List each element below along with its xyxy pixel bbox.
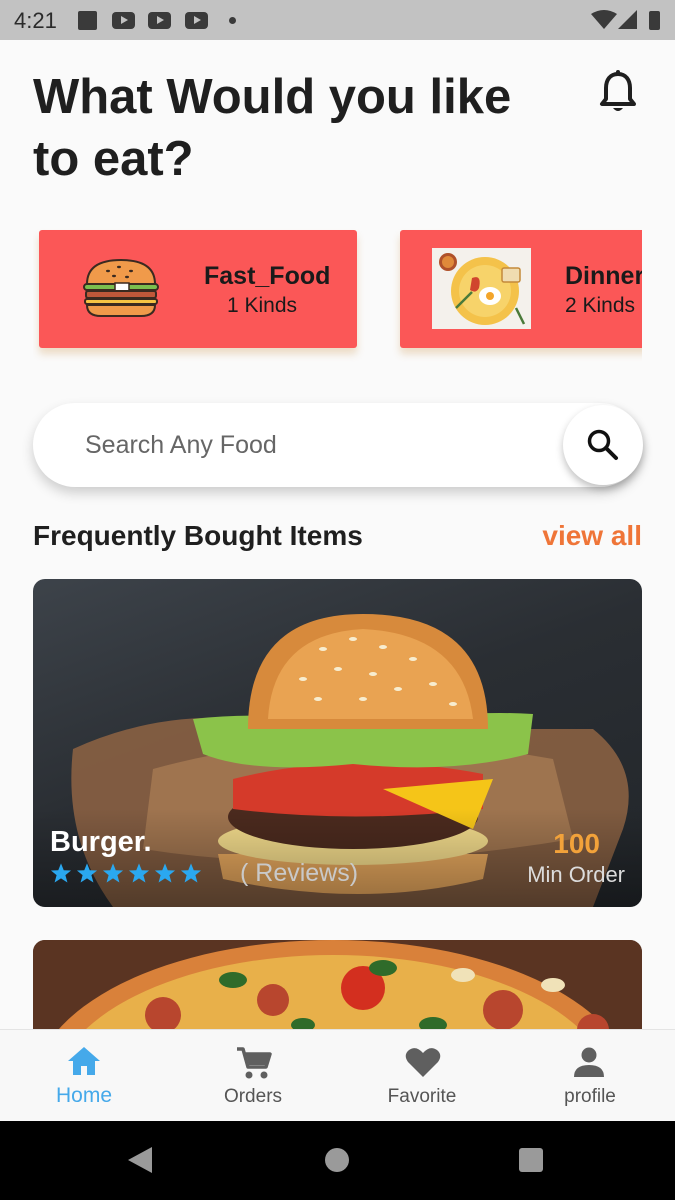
status-time: 4:21 bbox=[14, 8, 57, 33]
category-list: Fast_Food 1 Kinds Dinner 2 Kinds bbox=[33, 222, 642, 362]
food-card-burger[interactable]: Burger. ( Reviews) 100 Min Order bbox=[33, 579, 642, 907]
category-count: 2 Kinds bbox=[565, 294, 636, 317]
star-icon bbox=[50, 863, 72, 883]
nav-home[interactable]: Home bbox=[24, 1030, 144, 1122]
star-icon bbox=[128, 863, 150, 883]
star-icon bbox=[102, 863, 124, 883]
home-icon bbox=[68, 1047, 100, 1075]
nav-favorite[interactable]: Favorite bbox=[362, 1030, 482, 1122]
star-icon bbox=[154, 863, 176, 883]
dot-icon bbox=[229, 17, 236, 24]
search-button[interactable] bbox=[563, 405, 643, 485]
nav-orders[interactable]: Orders bbox=[193, 1030, 313, 1122]
category-name: Dinner bbox=[565, 262, 642, 290]
page-title: What Would you like to eat? bbox=[33, 70, 512, 186]
notification-square-icon bbox=[78, 11, 97, 30]
food-name: Burger. bbox=[50, 826, 152, 858]
section-title: Frequently Bought Items bbox=[33, 520, 363, 551]
nav-label: Home bbox=[55, 1084, 113, 1107]
nav-profile[interactable]: profile bbox=[530, 1030, 650, 1122]
category-name: Fast_Food bbox=[204, 262, 331, 290]
view-all-link[interactable]: view all bbox=[542, 520, 642, 552]
bell-icon[interactable] bbox=[598, 70, 638, 114]
category-card-fast-food[interactable]: Fast_Food 1 Kinds bbox=[39, 230, 357, 348]
youtube-icon bbox=[185, 12, 208, 29]
pizza-image bbox=[33, 940, 642, 1040]
category-card-dinner[interactable]: Dinner 2 Kinds bbox=[400, 230, 642, 348]
search-bar bbox=[33, 403, 643, 487]
wifi-icon bbox=[591, 10, 617, 29]
breakfast-plate-image bbox=[432, 248, 531, 329]
system-nav-bar bbox=[0, 1121, 675, 1200]
nav-label: Orders bbox=[223, 1086, 283, 1107]
nav-label: Favorite bbox=[387, 1086, 457, 1107]
rating-stars bbox=[50, 862, 202, 884]
status-bar: 4:21 bbox=[0, 0, 675, 40]
youtube-icon bbox=[112, 12, 135, 29]
burger-icon bbox=[83, 258, 159, 317]
recents-icon[interactable] bbox=[519, 1148, 543, 1172]
cart-icon bbox=[237, 1047, 272, 1079]
heart-icon bbox=[405, 1048, 441, 1077]
back-icon[interactable] bbox=[128, 1147, 152, 1173]
youtube-icon bbox=[148, 12, 171, 29]
signal-icon bbox=[618, 10, 637, 29]
bottom-nav: Home Orders Favorite profile bbox=[0, 1029, 675, 1121]
person-icon bbox=[574, 1047, 604, 1077]
home-circle-icon[interactable] bbox=[325, 1148, 349, 1172]
food-card-pizza[interactable] bbox=[33, 940, 642, 1040]
category-count: 1 Kinds bbox=[227, 294, 298, 317]
nav-label: profile bbox=[564, 1086, 616, 1107]
battery-icon bbox=[649, 11, 660, 30]
min-order-label: Min Order bbox=[527, 862, 625, 887]
min-order-value: 100 bbox=[553, 828, 600, 859]
star-icon bbox=[76, 863, 98, 883]
reviews-link[interactable]: ( Reviews) bbox=[240, 859, 358, 888]
search-icon bbox=[587, 429, 618, 460]
star-icon bbox=[180, 863, 202, 883]
search-input[interactable] bbox=[85, 423, 525, 467]
